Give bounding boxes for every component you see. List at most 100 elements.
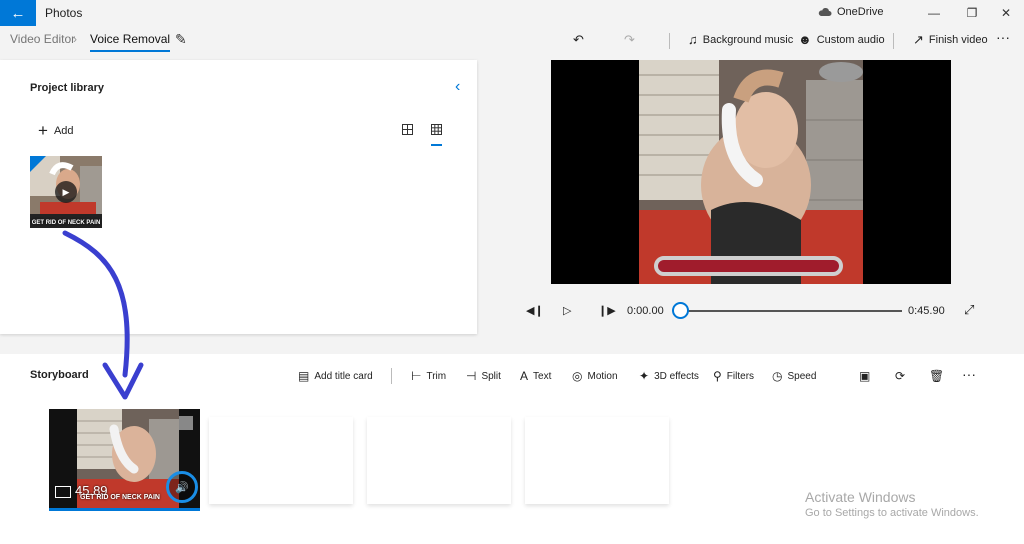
- onedrive-label: OneDrive: [837, 6, 884, 18]
- toolbar-divider: [669, 33, 670, 49]
- resize-crop-icon: ▣: [859, 369, 871, 383]
- trim-label: Trim: [426, 370, 447, 382]
- maximize-button[interactable]: ❐: [955, 0, 989, 26]
- seek-bar-handle[interactable]: [672, 302, 689, 319]
- rename-pencil-icon[interactable]: ✎: [175, 31, 187, 48]
- previous-frame-button[interactable]: ◀❙: [526, 304, 544, 317]
- trim-icon: ⊢: [411, 369, 422, 383]
- finish-video-button[interactable]: ↗ Finish video: [913, 32, 988, 48]
- custom-audio-label: Custom audio: [816, 33, 885, 46]
- finish-video-label: Finish video: [928, 34, 988, 46]
- title-card-icon: ▤: [298, 369, 310, 383]
- empty-storyboard-slot: [525, 417, 669, 504]
- breadcrumb-project-name: Voice Removal: [90, 32, 171, 52]
- empty-storyboard-slot: [367, 417, 511, 504]
- video-preview[interactable]: [551, 60, 951, 284]
- seek-bar[interactable]: [680, 310, 902, 312]
- app-title: Photos: [45, 6, 83, 20]
- trim-button[interactable]: ⊢ Trim: [411, 369, 446, 383]
- activate-windows-title: Activate Windows: [805, 489, 916, 505]
- add-title-card-button[interactable]: ▤ Add title card: [298, 369, 373, 383]
- text-button[interactable]: A Text: [520, 369, 551, 383]
- back-button[interactable]: ←: [0, 0, 36, 26]
- plus-icon: +: [38, 121, 48, 140]
- in-use-corner-marker: [30, 156, 46, 172]
- clip-caption: GET RID OF NECK PAIN: [80, 494, 160, 501]
- speed-label: Speed: [787, 370, 817, 382]
- motion-button[interactable]: ◎ Motion: [572, 369, 618, 383]
- play-icon: ▷: [563, 305, 572, 317]
- music-note-icon: ♫: [688, 32, 698, 47]
- background-music-label: Background music: [702, 33, 794, 46]
- storyboard-more-button[interactable]: ···: [962, 366, 976, 382]
- more-options-button[interactable]: ···: [996, 29, 1010, 45]
- onedrive-button[interactable]: OneDrive: [818, 6, 883, 18]
- resize-button[interactable]: ▣: [859, 369, 870, 383]
- play-overlay-icon: ▶: [55, 181, 77, 203]
- redo-button[interactable]: ↷: [624, 32, 635, 48]
- 3d-effects-button[interactable]: ✦ 3D effects: [639, 369, 699, 383]
- split-icon: ⊣: [466, 369, 477, 383]
- volume-icon: 🔊: [175, 481, 189, 494]
- restore-icon: ❐: [966, 6, 978, 20]
- share-export-icon: ↗: [913, 32, 924, 47]
- minimize-button[interactable]: —: [917, 0, 951, 26]
- trash-icon: 🗑: [929, 369, 945, 383]
- split-button[interactable]: ⊣ Split: [466, 369, 501, 383]
- close-button[interactable]: ✕: [989, 0, 1023, 26]
- breadcrumb-video-editor[interactable]: Video Editor: [10, 32, 75, 46]
- speed-gauge-icon: ◷: [772, 369, 783, 383]
- clip-volume-button[interactable]: 🔊: [166, 471, 198, 503]
- play-button[interactable]: ▷: [563, 304, 571, 317]
- film-strip-icon: [55, 486, 71, 498]
- custom-audio-button[interactable]: ☻ Custom audio: [798, 32, 885, 47]
- toolbar-divider: [391, 368, 392, 384]
- preview-frame-image: [551, 60, 951, 284]
- filters-button[interactable]: ⚲ Filters: [713, 369, 754, 383]
- total-time: 0:45.90: [908, 305, 945, 317]
- current-time: 0:00.00: [627, 305, 664, 317]
- background-music-button[interactable]: ♫ Background music: [688, 32, 793, 47]
- text-label: Text: [533, 370, 552, 382]
- filters-label: Filters: [726, 370, 755, 382]
- delete-button[interactable]: 🗑: [929, 369, 944, 383]
- back-arrow-icon: ←: [10, 4, 26, 22]
- add-label: Add: [53, 125, 74, 137]
- motion-icon: ◎: [572, 369, 583, 383]
- breadcrumb-chevron-icon: ›: [73, 32, 77, 46]
- undo-icon: ↶: [573, 32, 584, 47]
- activate-windows-subtitle: Go to Settings to activate Windows.: [805, 507, 979, 519]
- next-frame-button[interactable]: ❙▶: [598, 304, 616, 317]
- step-forward-icon: ❙▶: [598, 305, 616, 317]
- close-icon: ✕: [1000, 6, 1012, 20]
- 3d-effects-icon: ✦: [639, 369, 650, 383]
- person-audio-icon: ☻: [798, 32, 812, 47]
- expand-fullscreen-icon[interactable]: ⤢: [964, 302, 974, 318]
- cloud-icon: [818, 7, 832, 16]
- grid-2x2-icon: [402, 124, 413, 135]
- 3d-effects-label: 3D effects: [654, 370, 699, 382]
- clip-select-checkbox[interactable]: [179, 416, 193, 430]
- small-grid-view-button[interactable]: [431, 122, 442, 146]
- large-grid-view-button[interactable]: [402, 122, 413, 140]
- grid-3x3-icon: [431, 124, 442, 135]
- motion-label: Motion: [587, 370, 618, 382]
- speed-button[interactable]: ◷ Speed: [772, 369, 816, 383]
- collapse-chevron-icon[interactable]: ‹: [455, 78, 460, 96]
- add-media-button[interactable]: + Add: [38, 121, 74, 141]
- redo-icon: ↷: [624, 32, 635, 47]
- text-icon: A: [520, 369, 529, 383]
- clip-selected-underline: [49, 508, 200, 511]
- minimize-icon: —: [928, 6, 940, 20]
- add-title-card-label: Add title card: [314, 370, 373, 382]
- rotate-button[interactable]: ⟳: [895, 369, 905, 383]
- toolbar-divider: [893, 33, 894, 49]
- step-back-icon: ◀❙: [526, 305, 544, 317]
- split-label: Split: [481, 370, 501, 382]
- project-library-title: Project library: [30, 82, 104, 94]
- rotate-icon: ⟳: [895, 369, 906, 383]
- empty-storyboard-slot: [209, 417, 353, 504]
- annotation-arrow: [62, 230, 144, 400]
- undo-button[interactable]: ↶: [573, 32, 584, 48]
- filters-icon: ⚲: [713, 369, 722, 383]
